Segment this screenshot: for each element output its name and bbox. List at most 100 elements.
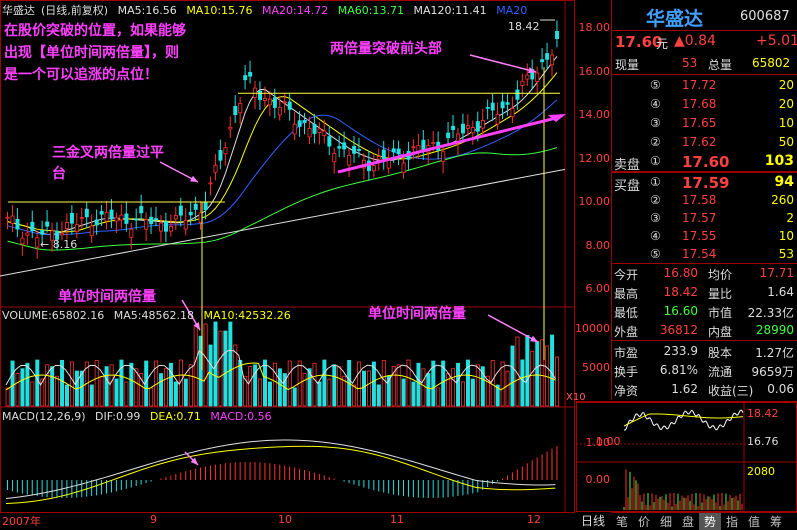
mini-low: 16.76 xyxy=(747,435,779,448)
candle-body xyxy=(277,107,282,116)
candle-body xyxy=(376,155,381,160)
ask-row: 卖盘 ① 17.60 103 xyxy=(612,152,797,173)
ask-row: ② 17.62 50 xyxy=(612,133,797,152)
volume-bar xyxy=(436,387,441,407)
volume-bar xyxy=(540,339,545,407)
stat-row: 今开 16.80 均价 17.71 xyxy=(612,264,797,283)
volume-bar xyxy=(337,366,342,407)
candle-body xyxy=(213,164,218,173)
annotation-unit-volume-right: 单位时间两倍量 xyxy=(368,306,466,322)
volume-bar xyxy=(173,381,178,407)
stat-label: 收益(三) xyxy=(708,384,754,398)
candle-body xyxy=(119,214,124,221)
tab-值[interactable]: 值 xyxy=(743,513,765,530)
candle-body xyxy=(144,219,149,230)
candle-body xyxy=(262,97,267,101)
candle-body xyxy=(401,162,406,173)
level-price: 17.55 xyxy=(682,229,717,243)
volume-bar xyxy=(109,364,114,407)
stat-label: 外盘 xyxy=(614,325,639,339)
tab-笔[interactable]: 笔 xyxy=(611,513,633,530)
candle-body xyxy=(30,221,35,232)
volume-legend: VOLUME:65802.16 MA5:48562.18 MA10:42532.… xyxy=(2,309,297,322)
stat-value: 233.9 xyxy=(663,344,698,358)
low-mark: ← 8.16 xyxy=(40,238,78,251)
volume-bar xyxy=(30,381,35,407)
candle-body xyxy=(391,148,396,153)
bid-row: ② 17.58 260 xyxy=(612,191,797,210)
volume-bar xyxy=(55,375,60,407)
candle-body xyxy=(302,119,307,124)
volume-bar xyxy=(65,384,70,407)
level-volume: 20 xyxy=(778,78,794,92)
candle-body xyxy=(228,126,233,130)
ask-row: ⑤ 17.72 20 xyxy=(612,76,797,95)
level-label: ④ xyxy=(650,229,661,243)
price-axis-label: 6.00 xyxy=(585,282,611,295)
quote-stock-code: 600687 xyxy=(740,9,790,24)
level-price: 17.65 xyxy=(682,116,717,130)
candle-body xyxy=(287,101,292,110)
volume-bar xyxy=(332,364,337,407)
volume-bar xyxy=(426,373,431,407)
volume-bar xyxy=(505,370,510,407)
candle-body xyxy=(297,120,302,127)
level-label: ⑤ xyxy=(650,247,661,261)
tab-盘[interactable]: 盘 xyxy=(677,513,699,530)
candle-body xyxy=(515,89,520,100)
mini-chart-panel[interactable]: 18.42 16.76 2080 1.00 xyxy=(576,401,797,512)
candle-body xyxy=(352,146,357,154)
tab-指[interactable]: 指 xyxy=(721,513,743,530)
candle-body xyxy=(555,30,560,40)
tab-价[interactable]: 价 xyxy=(633,513,655,530)
candle-body xyxy=(312,123,317,134)
volume-bar xyxy=(357,361,362,407)
candle-body xyxy=(322,130,327,136)
volume-bar xyxy=(208,344,213,407)
stat-value: 28990 xyxy=(755,323,794,337)
stat-label: 流通 xyxy=(708,365,733,379)
volume-axis-label: 5000 xyxy=(582,361,610,374)
annotation-breakout-head: 两倍量突破前头部 xyxy=(330,41,442,57)
candle-body xyxy=(25,232,30,236)
candle-body xyxy=(307,127,312,138)
volume-bar xyxy=(322,359,327,407)
stat-label: 今开 xyxy=(614,268,639,282)
total-volume-label: 总量 xyxy=(708,58,733,72)
volume-bar xyxy=(183,378,188,407)
candle-body xyxy=(485,106,490,109)
period-label[interactable]: 日线 xyxy=(576,512,610,528)
volume-bar xyxy=(520,359,525,407)
volume-bar xyxy=(312,362,317,407)
candle-body xyxy=(109,209,114,220)
tab-势[interactable]: 势 xyxy=(699,513,721,530)
bid-row: ④ 17.55 10 xyxy=(612,227,797,246)
tab-筹[interactable]: 筹 xyxy=(765,513,787,530)
candle-body xyxy=(480,120,485,129)
volume-bar xyxy=(50,366,55,407)
divider xyxy=(612,30,797,31)
volume-bar xyxy=(500,361,505,407)
volume-bar xyxy=(203,323,208,407)
candle-body xyxy=(20,237,25,245)
stat-label: 最高 xyxy=(614,287,639,301)
time-axis-label: 11 xyxy=(390,513,404,526)
volume-bar xyxy=(470,378,475,407)
tab-细[interactable]: 细 xyxy=(655,513,677,530)
candle-body xyxy=(317,128,322,134)
volume-bar xyxy=(317,381,322,407)
stat-row: 换手 6.81% 流通 9659万 xyxy=(612,361,797,380)
quote-yuan: 元 xyxy=(656,37,669,51)
main-chart-panel[interactable]: 华盛达 (日线,前复权) MA5:16.56 MA10:15.76 MA20:14… xyxy=(0,0,610,528)
candle-body xyxy=(203,201,208,211)
level-label: ③ xyxy=(650,116,661,130)
candle-body xyxy=(45,221,50,227)
candle-body xyxy=(342,142,347,150)
level-label: ② xyxy=(650,135,661,149)
candle-body xyxy=(332,153,337,163)
macd-legend-dea: DEA:0.71 xyxy=(149,410,201,423)
stat-row: 外盘 36812 内盘 28990 xyxy=(612,321,797,340)
candle-body xyxy=(272,97,277,108)
stat-value: 18.42 xyxy=(663,285,698,299)
volume-bar xyxy=(5,387,10,407)
